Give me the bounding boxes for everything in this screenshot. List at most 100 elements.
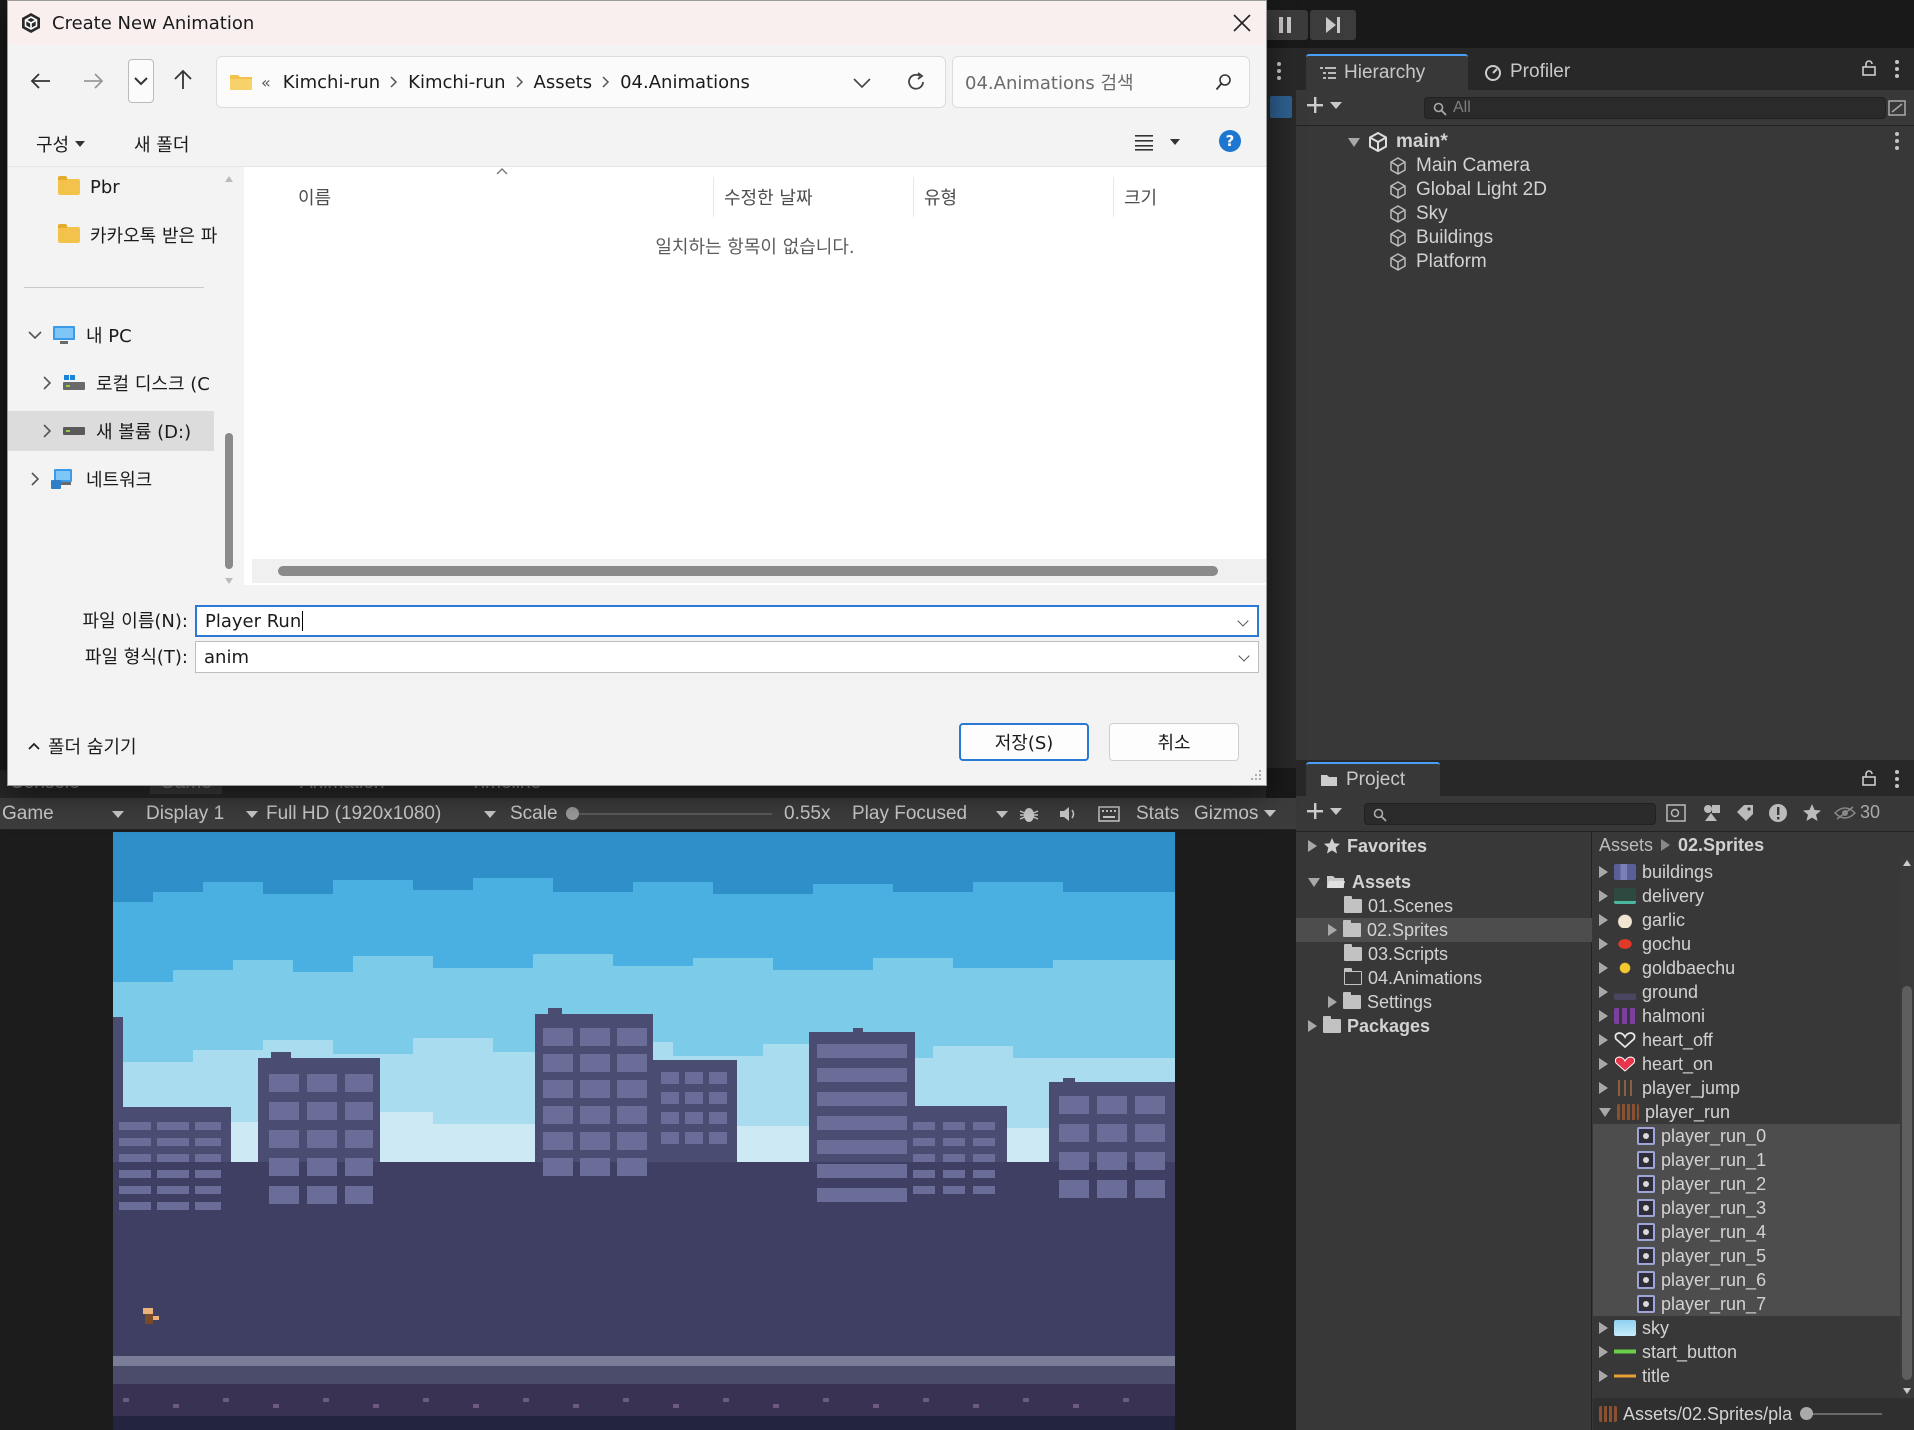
gizmos-button[interactable]: Gizmos — [1194, 801, 1258, 827]
favorites-item[interactable]: Favorites — [1308, 834, 1427, 858]
scene-visibility-icon[interactable] — [1888, 100, 1906, 116]
scroll-up-icon[interactable] — [1903, 860, 1911, 866]
sprite-frame-item[interactable]: player_run_4 — [1637, 1220, 1766, 1244]
asset-item[interactable]: title — [1599, 1364, 1670, 1388]
sprite-frame-item[interactable]: player_run_5 — [1637, 1244, 1766, 1268]
resize-grip-icon[interactable] — [1250, 769, 1262, 781]
assets-root-item[interactable]: Assets — [1308, 870, 1411, 894]
asset-item[interactable]: halmoni — [1599, 1004, 1705, 1028]
scroll-down-icon[interactable] — [224, 577, 234, 585]
game-view-dropdown[interactable]: Game — [2, 801, 128, 827]
up-arrow-icon[interactable] — [172, 69, 194, 91]
nav-item-new-volume[interactable]: 새 볼륨 (D:) — [8, 411, 214, 451]
hierarchy-search[interactable]: All — [1424, 97, 1886, 119]
folder-search-input[interactable]: 04.Animations 검색 — [952, 56, 1250, 108]
hierarchy-item[interactable]: Sky — [1388, 202, 1448, 226]
back-arrow-icon[interactable] — [30, 71, 52, 91]
asset-item[interactable]: garlic — [1599, 908, 1685, 932]
column-size[interactable]: 크기 — [1114, 177, 1266, 217]
filename-input[interactable]: Player Run — [195, 605, 1259, 637]
favorite-star-icon[interactable] — [1802, 803, 1822, 823]
asset-item[interactable]: heart_off — [1599, 1028, 1713, 1052]
new-folder-button[interactable]: 새 폴더 — [134, 131, 189, 157]
search-scope-icon[interactable] — [1666, 804, 1686, 822]
column-name[interactable]: 이름 — [244, 177, 714, 217]
nav-item-pbr[interactable]: Pbr — [58, 167, 120, 207]
view-list-icon[interactable] — [1134, 133, 1154, 151]
hierarchy-item[interactable]: Buildings — [1388, 226, 1493, 250]
folder-item[interactable]: 01.Scenes — [1344, 894, 1453, 918]
warning-filter-icon[interactable] — [1768, 803, 1788, 823]
asset-item[interactable]: player_jump — [1599, 1076, 1740, 1100]
hierarchy-menu-icon[interactable] — [1894, 60, 1900, 78]
sprite-frame-item[interactable]: player_run_0 — [1637, 1124, 1766, 1148]
column-type[interactable]: 유형 — [914, 177, 1114, 217]
nav-item-kakao[interactable]: 카카오톡 받은 파 — [58, 215, 222, 255]
filetype-select[interactable]: anim — [195, 641, 1259, 673]
scale-slider[interactable] — [566, 807, 772, 820]
scroll-down-icon[interactable] — [1903, 1388, 1911, 1394]
create-asset-button[interactable] — [1306, 802, 1342, 820]
lock-icon[interactable] — [1862, 60, 1876, 76]
asset-item[interactable]: heart_on — [1599, 1052, 1713, 1076]
hierarchy-item[interactable]: Platform — [1388, 250, 1487, 274]
nav-scrollbar[interactable] — [222, 175, 236, 584]
address-dropdown-icon[interactable] — [853, 77, 871, 89]
address-bar[interactable]: « Kimchi-run Kimchi-run Assets 04.Animat… — [216, 56, 946, 108]
save-button[interactable]: 저장(S) — [959, 723, 1089, 761]
nav-item-local-disk[interactable]: 로컬 디스크 (C — [42, 363, 232, 403]
recent-locations-button[interactable] — [128, 59, 154, 103]
breadcrumb-root[interactable]: Assets — [1599, 835, 1653, 856]
resolution-dropdown[interactable]: Full HD (1920x1080) — [266, 801, 496, 827]
hidden-packages-toggle[interactable]: 30 — [1834, 802, 1880, 823]
hierarchy-item[interactable]: Main Camera — [1388, 154, 1530, 178]
label-tag-icon[interactable] — [1736, 804, 1754, 822]
asset-item[interactable]: goldbaechu — [1599, 956, 1735, 980]
breadcrumb-segment[interactable]: Assets — [534, 72, 593, 93]
folder-item-selected[interactable]: 02.Sprites — [1296, 918, 1592, 942]
gizmos-dropdown[interactable] — [1264, 810, 1276, 817]
refresh-icon[interactable] — [905, 71, 927, 93]
asset-item[interactable]: ground — [1599, 980, 1698, 1004]
sprite-frame-item[interactable]: player_run_2 — [1637, 1172, 1766, 1196]
sprite-frame-item[interactable]: player_run_1 — [1637, 1148, 1766, 1172]
scale-slider-thumb[interactable] — [566, 807, 579, 820]
sprite-frame-item[interactable]: player_run_7 — [1637, 1292, 1766, 1316]
asset-item-expanded[interactable]: player_run — [1599, 1100, 1730, 1124]
asset-item[interactable]: sky — [1599, 1316, 1669, 1340]
asset-item[interactable]: buildings — [1599, 860, 1713, 884]
step-button[interactable] — [1310, 10, 1356, 40]
close-icon[interactable] — [1232, 13, 1252, 33]
scrollbar-thumb[interactable] — [1902, 986, 1912, 1380]
lock-icon[interactable] — [1862, 770, 1876, 786]
breadcrumb-overflow[interactable]: « — [261, 73, 271, 92]
asset-item[interactable]: delivery — [1599, 884, 1704, 908]
add-object-button[interactable] — [1306, 96, 1342, 114]
stats-button[interactable]: Stats — [1136, 801, 1179, 827]
tab-profiler[interactable]: Profiler — [1470, 54, 1584, 90]
view-options-dropdown-icon[interactable] — [1170, 139, 1180, 145]
column-date[interactable]: 수정한 날짜 — [714, 177, 914, 217]
hierarchy-item[interactable]: Global Light 2D — [1388, 178, 1547, 202]
project-menu-icon[interactable] — [1894, 770, 1900, 788]
icon-size-slider[interactable] — [1800, 1407, 1883, 1420]
nav-item-network[interactable]: 네트워크 — [30, 459, 152, 499]
display-dropdown[interactable]: Display 1 — [146, 801, 258, 827]
sprite-frame-item[interactable]: player_run_3 — [1637, 1196, 1766, 1220]
breadcrumb-segment[interactable]: 04.Animations — [620, 72, 750, 93]
icon-size-thumb[interactable] — [1800, 1407, 1814, 1420]
nav-item-this-pc[interactable]: 내 PC — [28, 315, 132, 355]
play-mode-dropdown[interactable]: Play Focused — [852, 801, 1008, 827]
nav-scrollbar-thumb[interactable] — [225, 433, 233, 569]
packages-item[interactable]: Packages — [1308, 1014, 1430, 1038]
folder-item[interactable]: 03.Scripts — [1344, 942, 1448, 966]
keyboard-button[interactable] — [1098, 801, 1120, 827]
filter-by-type-icon[interactable] — [1702, 804, 1722, 822]
bug-button[interactable] — [1018, 801, 1040, 827]
forward-arrow-icon[interactable] — [82, 71, 104, 91]
asset-item[interactable]: start_button — [1599, 1340, 1737, 1364]
scroll-up-icon[interactable] — [224, 175, 234, 183]
breadcrumb-segment[interactable]: Kimchi-run — [408, 72, 505, 93]
help-icon[interactable]: ? — [1218, 129, 1242, 153]
asset-list-scrollbar[interactable] — [1900, 858, 1914, 1398]
